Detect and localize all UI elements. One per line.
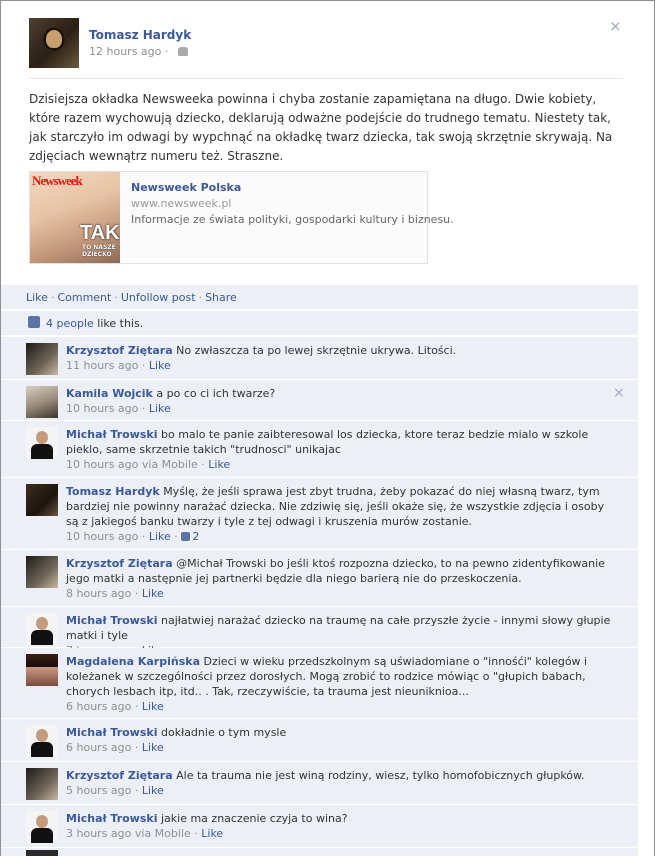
comment-like-link[interactable]: Like	[149, 530, 171, 543]
comment-via: via Mobile	[134, 827, 191, 840]
comment-time[interactable]: 6 hours ago	[66, 700, 131, 713]
divider	[29, 78, 623, 79]
commenter-avatar[interactable]	[26, 427, 58, 459]
comment-item: Kamila Wojcik a po co ci ich twarze? 10 …	[1, 380, 638, 420]
commenter-avatar[interactable]	[26, 725, 58, 757]
unfollow-post-link[interactable]: Unfollow post	[121, 291, 196, 304]
comment-time[interactable]: 10 hours ago	[66, 402, 138, 415]
comment-text: dokładnie o tym mysle	[160, 726, 287, 739]
comment-like-link[interactable]: Like	[208, 458, 230, 471]
comment-time[interactable]: 11 hours ago	[66, 359, 138, 372]
thumbs-up-icon	[28, 316, 40, 328]
commenter-avatar[interactable]	[26, 484, 58, 516]
comment-like-link[interactable]: Like	[149, 359, 171, 372]
link-title[interactable]: Newsweek Polska	[131, 181, 241, 194]
comment-item: Michał Trowski dokładnie o tym mysle 6 h…	[1, 719, 638, 761]
commenter-avatar[interactable]	[26, 343, 58, 375]
comment-link[interactable]: Comment	[57, 291, 111, 304]
thumbnail-subline: TO NASZE DZIECKO	[82, 244, 116, 258]
post-meta: 12 hours ago ·	[89, 45, 188, 58]
link-url: www.newsweek.pl	[131, 197, 232, 210]
comment-item: Magdalena Karpińska Dzieci w wieku przed…	[1, 648, 638, 718]
post-actions: Like · Comment · Unfollow post · Share	[1, 285, 638, 309]
comment-time[interactable]: 10 hours ago	[66, 530, 138, 543]
comment-like-link[interactable]: Like	[201, 827, 223, 840]
comment-item: Krzysztof Ziętara No zwłaszcza ta po lew…	[1, 337, 638, 379]
remove-comment-icon[interactable]: ×	[613, 386, 625, 401]
comment-item: Tomasz Hardyk Myślę, że jeśli sprawa jes…	[1, 478, 638, 549]
likes-summary: 4 people like this.	[1, 311, 638, 335]
comment-item: Krzysztof Ziętara @Michał Trowski bo jeś…	[1, 550, 638, 606]
commenter-avatar[interactable]	[26, 768, 58, 800]
commenter-avatar[interactable]	[26, 613, 58, 645]
comment-item: Krzysztof Ziętara Ale ta trauma nie jest…	[1, 762, 638, 804]
commenter-name[interactable]: Magdalena Karpińska	[66, 655, 200, 668]
comment-text: a po co ci ich twarze?	[156, 387, 276, 400]
comment-time[interactable]: 5 hours ago	[66, 784, 131, 797]
comment-time[interactable]: 8 hours ago	[66, 587, 131, 600]
author-name[interactable]: Tomasz Hardyk	[89, 28, 191, 42]
share-link[interactable]: Share	[205, 291, 237, 304]
comment-via: via Mobile	[141, 458, 198, 471]
comment-time[interactable]: 6 hours ago	[66, 741, 131, 754]
comment-time[interactable]: 3 hours ago	[66, 827, 131, 840]
likers-link[interactable]: 4 people	[46, 317, 94, 330]
thumbnail-headline: TAK	[80, 222, 120, 244]
commenter-name[interactable]: Michał Trowski	[66, 614, 157, 627]
commenter-name[interactable]: Michał Trowski	[66, 812, 157, 825]
author-avatar[interactable]	[29, 18, 79, 68]
commenter-name[interactable]: Kamila Wojcik	[66, 387, 153, 400]
commenter-avatar[interactable]	[26, 811, 58, 843]
like-link[interactable]: Like	[26, 291, 48, 304]
post-text: Dzisiejsza okładka Newsweeka powinna i c…	[29, 92, 613, 163]
commenter-name[interactable]: Krzysztof Ziętara	[66, 769, 173, 782]
comment-like-link[interactable]: Like	[142, 741, 164, 754]
comment-time[interactable]: 10 hours ago	[66, 458, 138, 471]
comment-item: Michał Trowski najłatwiej narażać dzieck…	[1, 607, 638, 657]
link-thumbnail[interactable]: Newsweek TAK TO NASZE DZIECKO	[30, 172, 120, 263]
like-count-icon	[181, 532, 191, 541]
friends-icon[interactable]	[177, 47, 188, 56]
commenter-avatar[interactable]	[26, 654, 58, 686]
comment-like-link[interactable]: Like	[142, 700, 164, 713]
commenter-avatar[interactable]	[26, 386, 58, 418]
comment-text: Ale ta trauma nie jest winą rodziny, wie…	[176, 769, 585, 782]
commenter-name[interactable]: Michał Trowski	[66, 428, 157, 441]
comment-text: No zwłaszcza ta po lewej skrzętnie ukryw…	[176, 344, 457, 357]
comment-text: jakie ma znaczenie czyja to wina?	[160, 812, 348, 825]
commenter-name[interactable]: Michał Trowski	[66, 726, 157, 739]
post-time[interactable]: 12 hours ago	[89, 45, 161, 58]
story-frame: Tomasz Hardyk 12 hours ago · × Dzisiejsz…	[0, 0, 655, 856]
commenter-avatar[interactable]	[26, 556, 58, 588]
comment-like-count[interactable]: 2	[192, 530, 199, 543]
link-description: Informacje ze świata polityki, gospodark…	[131, 213, 454, 226]
thumbnail-brand: Newsweek	[32, 173, 83, 188]
comment-like-link[interactable]: Like	[149, 402, 171, 415]
commenter-name[interactable]: Tomasz Hardyk	[66, 485, 160, 498]
commenter-name[interactable]: Krzysztof Ziętara	[66, 557, 173, 570]
comment-like-link[interactable]: Like	[142, 784, 164, 797]
commenter-name[interactable]: Krzysztof Ziętara	[66, 344, 173, 357]
commenter-avatar-partial[interactable]	[26, 850, 58, 856]
comment-item: Michał Trowski jakie ma znaczenie czyja …	[1, 805, 638, 847]
comment-like-link[interactable]: Like	[142, 587, 164, 600]
comment-item: Michał Trowski bo malo te panie zaibtere…	[1, 421, 638, 477]
link-preview[interactable]: Newsweek TAK TO NASZE DZIECKO Newsweek Po…	[29, 171, 454, 264]
close-icon[interactable]: ×	[609, 19, 622, 34]
